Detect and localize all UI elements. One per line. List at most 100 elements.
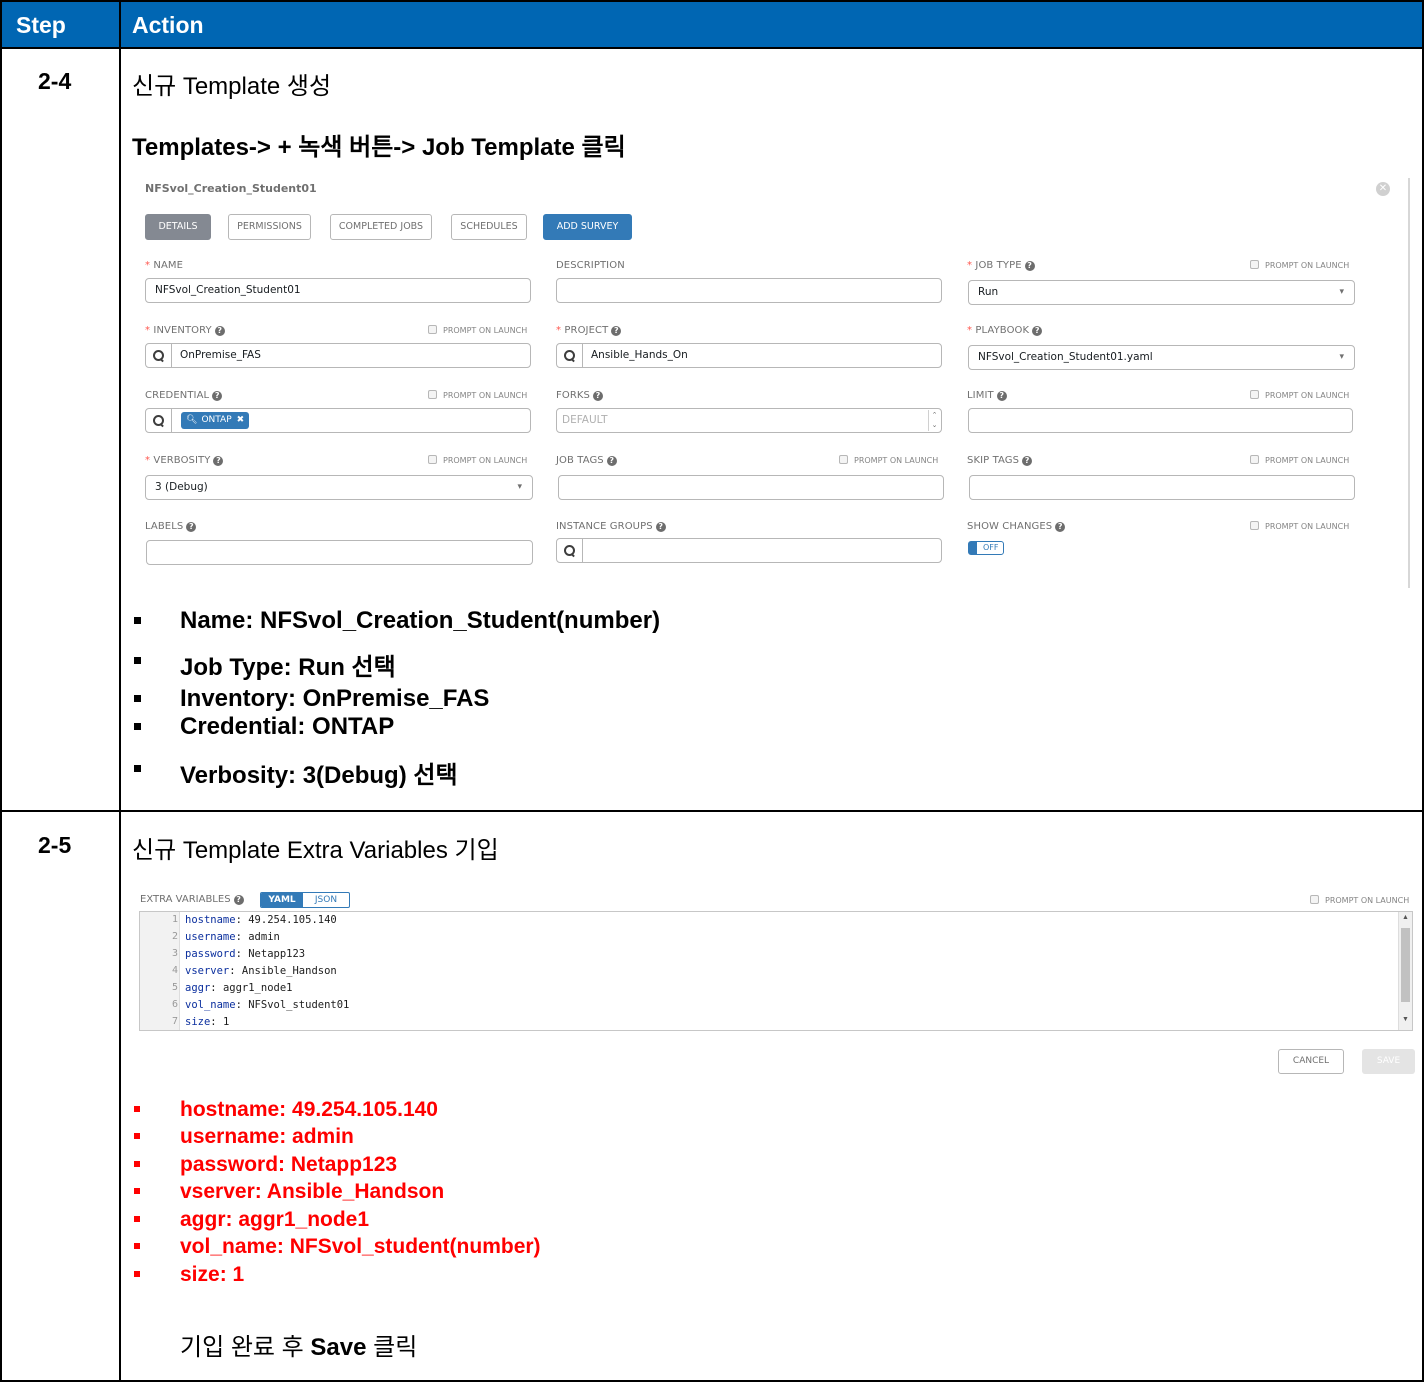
verbosity-select[interactable]: 3 (Debug) bbox=[145, 475, 533, 500]
help-icon[interactable]: ? bbox=[233, 895, 244, 905]
key-icon: 🔍︎ bbox=[186, 415, 198, 425]
skip-tags-input[interactable] bbox=[969, 475, 1355, 500]
line-number: 6 bbox=[171, 999, 178, 1010]
line-number: 3 bbox=[171, 948, 178, 959]
job-tags-input[interactable] bbox=[558, 475, 944, 500]
job-type-label: * JOB TYPE? bbox=[967, 260, 1035, 271]
job-type-prompt-checkbox[interactable]: PROMPT ON LAUNCH bbox=[1250, 260, 1349, 270]
search-icon[interactable] bbox=[557, 344, 583, 367]
line-number: 7 bbox=[171, 1016, 178, 1027]
verbosity-label: * VERBOSITY? bbox=[145, 455, 224, 466]
inventory-label: * INVENTORY? bbox=[145, 325, 225, 336]
tab-permissions[interactable]: PERMISSIONS bbox=[228, 214, 311, 240]
help-icon[interactable]: ? bbox=[212, 391, 223, 401]
credential-tag[interactable]: 🔍︎ ONTAP ✖ bbox=[181, 412, 250, 429]
extra-vars-prompt-checkbox[interactable]: PROMPT ON LAUNCH bbox=[1310, 895, 1409, 905]
limit-prompt-checkbox[interactable]: PROMPT ON LAUNCH bbox=[1250, 390, 1349, 400]
json-toggle[interactable]: JSON bbox=[303, 893, 349, 907]
name-input[interactable]: NFSvol_Creation_Student01 bbox=[145, 278, 531, 303]
help-icon[interactable]: ? bbox=[611, 326, 622, 336]
forks-input[interactable]: DEFAULT ⌃ ⌄ bbox=[556, 408, 942, 433]
limit-input[interactable] bbox=[968, 408, 1353, 433]
help-icon[interactable]: ? bbox=[1032, 326, 1043, 336]
code-line: aggr: aggr1_node1 bbox=[185, 982, 293, 994]
project-lookup[interactable]: Ansible_Hands_On bbox=[556, 343, 942, 368]
help-icon[interactable]: ? bbox=[592, 391, 603, 401]
code-line: vserver: Ansible_Handson bbox=[185, 965, 337, 977]
help-icon[interactable]: ? bbox=[213, 456, 224, 466]
code-editor[interactable]: 1 2 3 4 5 6 7 hostname: 49.254.105.140 u… bbox=[139, 911, 1413, 1031]
tab-completed-jobs[interactable]: COMPLETED JOBS bbox=[330, 214, 432, 240]
credential-prompt-checkbox[interactable]: PROMPT ON LAUNCH bbox=[428, 390, 527, 400]
editor-scrollbar[interactable]: ▲ ▼ bbox=[1398, 912, 1412, 1030]
scroll-down-icon[interactable]: ▼ bbox=[1399, 1016, 1412, 1023]
job-template-form-screenshot: NFSvol_Creation_Student01 ✕ DETAILS PERM… bbox=[130, 170, 1412, 590]
column-divider bbox=[119, 2, 121, 1382]
scrollbar-thumb[interactable] bbox=[1401, 928, 1410, 1002]
skip-tags-label: SKIP TAGS? bbox=[967, 455, 1033, 466]
remove-tag-icon[interactable]: ✖ bbox=[237, 415, 245, 425]
close-icon[interactable]: ✕ bbox=[1376, 182, 1390, 196]
help-icon[interactable]: ? bbox=[214, 326, 225, 336]
step-number: 2-4 bbox=[38, 68, 72, 94]
description-input[interactable] bbox=[556, 278, 942, 303]
search-icon[interactable] bbox=[146, 409, 172, 432]
line-number: 2 bbox=[171, 931, 178, 942]
description-label: DESCRIPTION bbox=[556, 260, 625, 271]
cancel-button[interactable]: CANCEL bbox=[1278, 1049, 1344, 1074]
job-type-select[interactable]: Run bbox=[968, 280, 1355, 305]
help-icon[interactable]: ? bbox=[1024, 261, 1035, 271]
help-icon[interactable]: ? bbox=[606, 456, 617, 466]
inventory-value: OnPremise_FAS bbox=[180, 349, 261, 361]
save-button[interactable]: SAVE bbox=[1362, 1049, 1415, 1074]
search-icon[interactable] bbox=[557, 539, 583, 562]
help-icon[interactable]: ? bbox=[996, 391, 1007, 401]
scroll-up-icon[interactable]: ▲ bbox=[1399, 914, 1412, 921]
instance-groups-lookup[interactable] bbox=[556, 538, 942, 563]
instruction-table: Step Action 2-4 신규 Template 생성 Templates… bbox=[0, 0, 1424, 1382]
name-label: * NAME bbox=[145, 260, 184, 271]
labels-input[interactable] bbox=[146, 540, 533, 565]
format-toggle[interactable]: YAML JSON bbox=[260, 892, 350, 908]
project-value: Ansible_Hands_On bbox=[591, 349, 688, 361]
show-changes-toggle[interactable]: OFF bbox=[968, 541, 1004, 555]
tab-details[interactable]: DETAILS bbox=[145, 214, 211, 240]
tab-schedules[interactable]: SCHEDULES bbox=[451, 214, 527, 240]
code-line: username: admin bbox=[185, 931, 280, 943]
table-header: Step Action bbox=[2, 2, 1422, 49]
forks-label: FORKS? bbox=[556, 390, 603, 401]
step-number: 2-5 bbox=[38, 832, 72, 858]
help-icon[interactable]: ? bbox=[186, 522, 197, 532]
credential-lookup[interactable]: 🔍︎ ONTAP ✖ bbox=[145, 408, 531, 433]
credential-label: CREDENTIAL? bbox=[145, 390, 223, 401]
skip-tags-prompt-checkbox[interactable]: PROMPT ON LAUNCH bbox=[1250, 455, 1349, 465]
inventory-lookup[interactable]: OnPremise_FAS bbox=[145, 343, 531, 368]
playbook-select[interactable]: NFSvol_Creation_Student01.yaml bbox=[968, 345, 1355, 370]
extra-variables-label: EXTRA VARIABLES? bbox=[140, 894, 244, 905]
final-instruction: 기입 완료 후 Save 클릭 bbox=[180, 1334, 418, 1361]
project-label: * PROJECT? bbox=[556, 325, 622, 336]
header-step: Step bbox=[16, 12, 66, 38]
code-line: hostname: 49.254.105.140 bbox=[185, 914, 337, 926]
help-icon[interactable]: ? bbox=[1022, 456, 1033, 466]
add-survey-button[interactable]: ADD SURVEY bbox=[543, 214, 632, 240]
inventory-prompt-checkbox[interactable]: PROMPT ON LAUNCH bbox=[428, 325, 527, 335]
verbosity-prompt-checkbox[interactable]: PROMPT ON LAUNCH bbox=[428, 455, 527, 465]
step-title: 신규 Template 생성 bbox=[132, 73, 332, 100]
code-line: vol_name: NFSvol_student01 bbox=[185, 999, 350, 1011]
scroll-divider bbox=[1408, 178, 1410, 588]
yaml-toggle[interactable]: YAML bbox=[261, 893, 303, 907]
code-line: password: Netapp123 bbox=[185, 948, 306, 960]
show-changes-label: SHOW CHANGES? bbox=[967, 521, 1066, 532]
header-action: Action bbox=[132, 12, 204, 38]
forks-stepper[interactable]: ⌃ ⌄ bbox=[928, 410, 940, 431]
job-tags-prompt-checkbox[interactable]: PROMPT ON LAUNCH bbox=[839, 455, 938, 465]
instance-groups-label: INSTANCE GROUPS? bbox=[556, 521, 666, 532]
search-icon[interactable] bbox=[146, 344, 172, 367]
playbook-label: * PLAYBOOK? bbox=[967, 325, 1043, 336]
show-changes-prompt-checkbox[interactable]: PROMPT ON LAUNCH bbox=[1250, 521, 1349, 531]
limit-label: LIMIT? bbox=[967, 390, 1007, 401]
line-number: 1 bbox=[171, 914, 178, 925]
help-icon[interactable]: ? bbox=[1055, 522, 1066, 532]
help-icon[interactable]: ? bbox=[655, 522, 666, 532]
